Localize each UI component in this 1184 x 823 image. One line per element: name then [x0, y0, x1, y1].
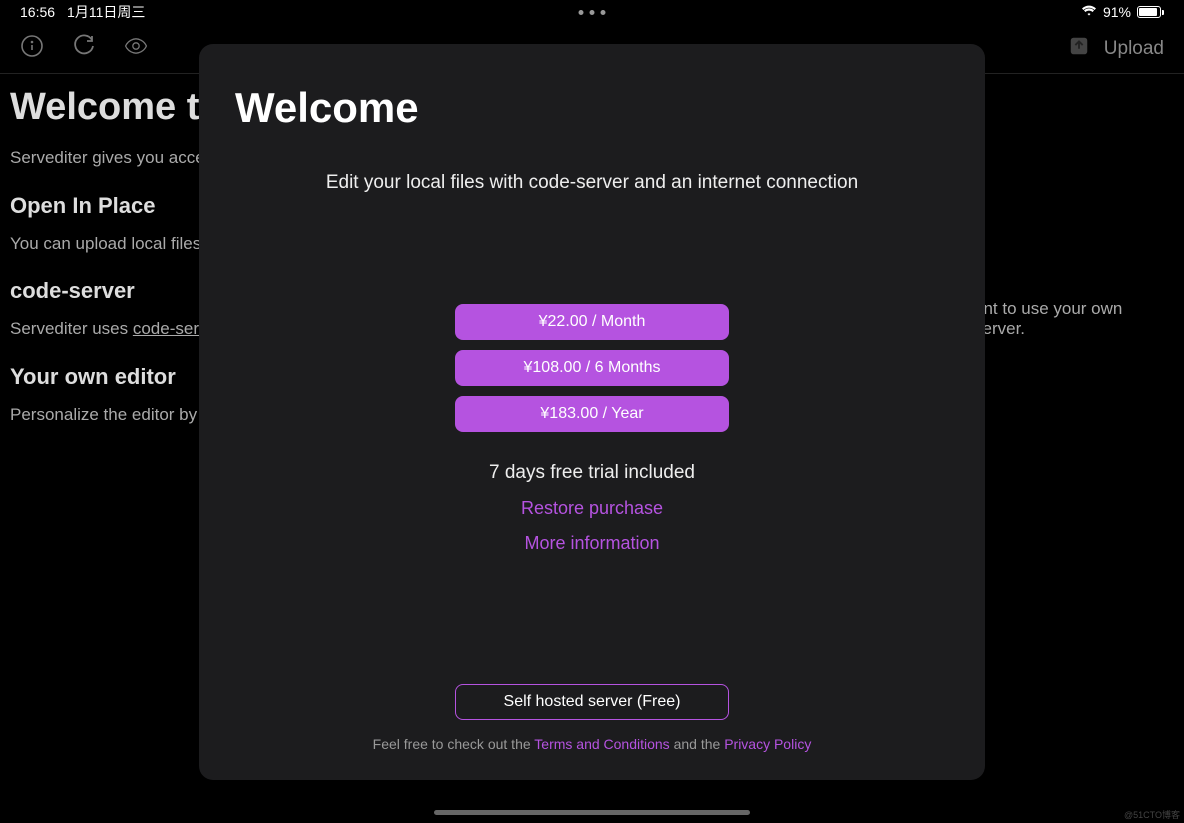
restore-purchase-link[interactable]: Restore purchase	[235, 498, 949, 519]
home-indicator[interactable]	[434, 810, 750, 815]
terms-link[interactable]: Terms and Conditions	[534, 736, 669, 752]
modal-title: Welcome	[235, 84, 949, 132]
legal-mid: and the	[670, 736, 725, 752]
price-button-group: ¥22.00 / Month ¥108.00 / 6 Months ¥183.0…	[235, 304, 949, 432]
price-month-button[interactable]: ¥22.00 / Month	[455, 304, 729, 340]
privacy-link[interactable]: Privacy Policy	[724, 736, 811, 752]
price-year-button[interactable]: ¥183.00 / Year	[455, 396, 729, 432]
modal-overlay: Welcome Edit your local files with code-…	[0, 0, 1184, 823]
self-hosted-button[interactable]: Self hosted server (Free)	[455, 684, 729, 720]
welcome-modal: Welcome Edit your local files with code-…	[199, 44, 985, 780]
legal-prefix: Feel free to check out the	[373, 736, 535, 752]
more-information-link[interactable]: More information	[235, 533, 949, 554]
watermark: @51CTO博客	[1124, 808, 1180, 821]
price-6months-button[interactable]: ¥108.00 / 6 Months	[455, 350, 729, 386]
trial-text: 7 days free trial included	[235, 462, 949, 484]
legal-text: Feel free to check out the Terms and Con…	[373, 736, 812, 752]
modal-subtitle: Edit your local files with code-server a…	[235, 172, 949, 194]
